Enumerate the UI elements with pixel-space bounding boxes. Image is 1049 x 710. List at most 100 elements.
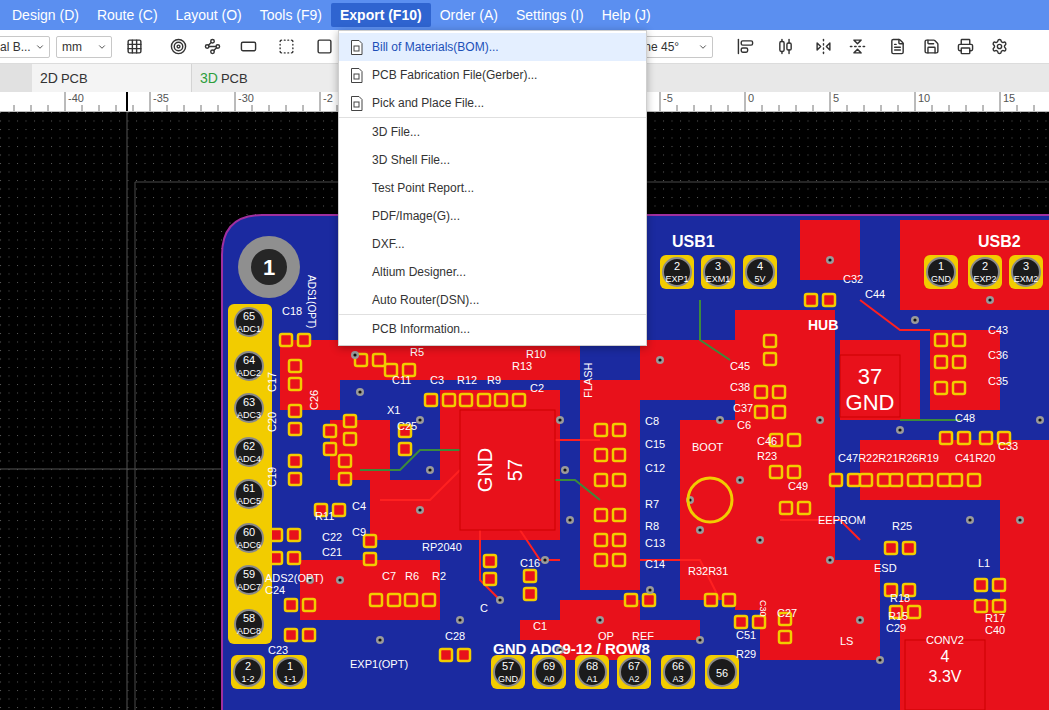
export-menu-item[interactable]: Auto Router(DSN)... <box>339 286 646 314</box>
pin-number: 69 <box>543 660 555 672</box>
silkscreen-label: C20 <box>266 412 278 432</box>
export-menu-item[interactable]: PDF/Image(G)... <box>339 202 646 230</box>
silkscreen-label: C26 <box>308 390 320 410</box>
menu-item[interactable]: Settings (I) <box>507 0 593 30</box>
export-menu-item[interactable]: Test Point Report... <box>339 174 646 202</box>
document-tab[interactable]: 2DPCB <box>32 64 192 92</box>
export-menu-item[interactable]: PCB Information... <box>339 315 646 343</box>
silkscreen-label: C40 <box>985 624 1005 636</box>
align-button[interactable] <box>733 35 757 59</box>
pin-pad: 21-2 <box>231 655 265 689</box>
flip-horizontal-icon <box>815 38 832 55</box>
pin-pad: 64ADC2 <box>232 349 266 383</box>
menu-item[interactable]: Export (F10) <box>331 3 431 27</box>
silkscreen-label: C9 <box>352 526 366 538</box>
silkscreen-label: C15 <box>645 438 665 450</box>
silkscreen-label: C37 <box>733 402 753 414</box>
ruler-label: -35 <box>153 92 169 104</box>
select-area-button[interactable] <box>274 35 298 59</box>
distribute-button[interactable] <box>773 35 797 59</box>
copper-pours <box>280 220 1049 710</box>
rectangle-icon <box>240 38 257 55</box>
rect-button[interactable] <box>236 35 260 59</box>
pin-pad: 58ADC8 <box>232 607 266 641</box>
easyeda-window: Design (D)Route (C)Layout (O)Tools (F9)E… <box>0 0 1049 710</box>
pin-pad: 59ADC7 <box>232 563 266 597</box>
thermal-pad-label: GND5737GND43.3V <box>474 364 962 685</box>
pin-pad: 67A2 <box>617 655 651 689</box>
save-button[interactable] <box>919 35 943 59</box>
export-menu-item[interactable]: 3D File... <box>339 118 646 146</box>
pin-pad: 60ADC6 <box>232 521 266 555</box>
export-menu-item[interactable]: Bill of Materials(BOM)... <box>339 33 646 61</box>
export-menu-item[interactable]: PCB Fabrication File(Gerber)... <box>339 61 646 89</box>
silkscreen-label: HUB <box>808 317 838 333</box>
export-menu-item[interactable]: Altium Designer... <box>339 258 646 286</box>
export-menu-item[interactable]: 3D Shell File... <box>339 146 646 174</box>
menu-icon-slot <box>349 180 363 196</box>
silkscreen-label: BOOT <box>692 441 723 453</box>
pin-number: 4 <box>757 260 763 272</box>
flip-vertical-icon <box>849 38 866 55</box>
menu-icon-slot <box>349 39 363 55</box>
menu-item[interactable]: Order (A) <box>431 0 507 30</box>
silkscreen-label: R12 <box>457 374 477 386</box>
export-menu-item[interactable]: Pick and Place File... <box>339 89 646 117</box>
silkscreen-label: X1 <box>387 404 400 416</box>
silkscreen-label: C28 <box>445 630 465 642</box>
gerber-button[interactable] <box>885 35 909 59</box>
silkscreen-label: C23 <box>268 644 288 656</box>
silkscreen-label: C38 <box>730 381 750 393</box>
flip-h-button[interactable] <box>811 35 835 59</box>
pin-pad: 62ADC4 <box>232 435 266 469</box>
route-button[interactable] <box>200 35 224 59</box>
pin-name: 5V <box>754 274 765 284</box>
document-tab[interactable]: 3DPCB <box>192 64 352 92</box>
pin-number: 64 <box>243 354 255 366</box>
outline-button[interactable] <box>312 35 336 59</box>
svg-text:37: 37 <box>858 364 882 389</box>
pin-name: EXM2 <box>1014 274 1039 284</box>
hub-chip <box>840 355 900 417</box>
pin-pad: 57GND <box>491 655 525 689</box>
silkscreen-label: R18 <box>890 592 910 604</box>
silkscreen-label: C44 <box>865 288 885 300</box>
silkscreen-label: RP2040 <box>422 541 462 553</box>
ruler-label: 0 <box>748 92 754 104</box>
silkscreen-label: C41R20 <box>955 452 995 464</box>
pin-number: 56 <box>716 667 728 679</box>
menu-icon-slot <box>349 152 363 168</box>
menu-icon-slot <box>349 95 363 111</box>
pin-number: 2 <box>245 660 251 672</box>
silkscreen-label: R8 <box>645 520 659 532</box>
layer-select[interactable]: al B... <box>0 36 50 58</box>
pin-name: ADC3 <box>237 410 261 420</box>
menu-separator <box>339 117 646 118</box>
menu-item[interactable]: Design (D) <box>3 0 88 30</box>
via-button[interactable] <box>166 35 190 59</box>
flip-v-button[interactable] <box>845 35 869 59</box>
menu-item[interactable]: Layout (O) <box>167 0 251 30</box>
settings-button[interactable] <box>987 35 1011 59</box>
silkscreen-label: C8 <box>645 415 659 427</box>
svg-text:1: 1 <box>263 255 275 280</box>
guide-line <box>0 469 222 470</box>
order-button[interactable] <box>953 35 977 59</box>
silkscreen-label: FLASH <box>582 362 594 398</box>
unit-select[interactable]: mm <box>56 36 112 58</box>
menu-item[interactable]: Route (C) <box>88 0 167 30</box>
pin-number: 57 <box>502 660 514 672</box>
menu-item[interactable]: Tools (F9) <box>251 0 331 30</box>
pin-pad: 3EXM1 <box>701 255 735 289</box>
silkscreen-label: C13 <box>645 537 665 549</box>
grid-button[interactable] <box>122 35 146 59</box>
silkscreen-label: ADS1(OPT) <box>306 275 317 328</box>
ruler-label: -5 <box>663 92 673 104</box>
pin-pad: 63ADC3 <box>232 391 266 425</box>
pin-name: A1 <box>586 674 597 684</box>
menu-item[interactable]: Help (J) <box>593 0 660 30</box>
export-menu-item[interactable]: DXF... <box>339 230 646 258</box>
pin-pad: 69A0 <box>532 655 566 689</box>
square-icon <box>316 38 333 55</box>
pin-name: 1-2 <box>241 674 254 684</box>
